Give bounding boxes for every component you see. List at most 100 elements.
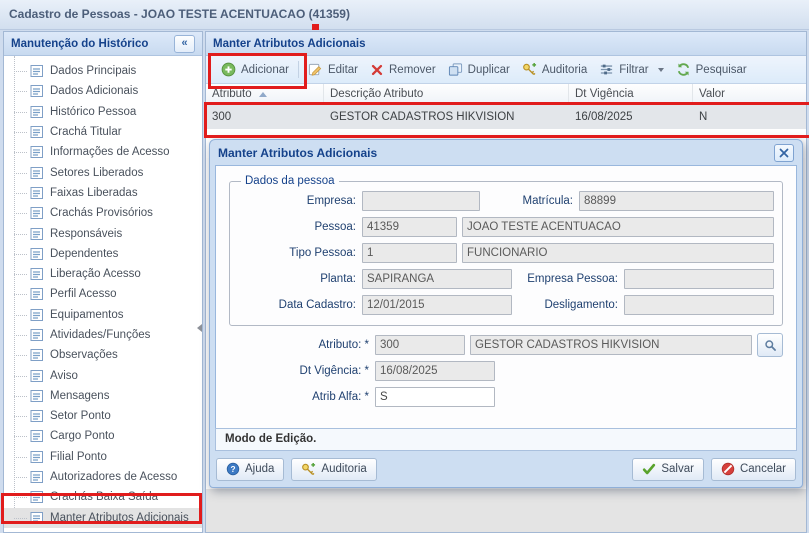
button-label: Filtrar bbox=[619, 64, 648, 76]
sidebar-item-crachas-provisorios[interactable]: Crachás Provisórios bbox=[4, 203, 202, 223]
item-label: Dependentes bbox=[50, 248, 118, 260]
sidebar-item-observacoes[interactable]: Observações bbox=[4, 345, 202, 365]
sidebar-item-cargo-ponto[interactable]: Cargo Ponto bbox=[4, 426, 202, 446]
filtrar-button[interactable]: Filtrar bbox=[593, 59, 669, 81]
item-label: Setor Ponto bbox=[50, 410, 111, 422]
sidebar-item-manter-atributos-adicionais[interactable]: Manter Atributos Adicionais bbox=[4, 508, 202, 528]
item-label: Crachás Baixa Saída bbox=[50, 491, 158, 503]
form-icon bbox=[30, 64, 44, 78]
empresa-field bbox=[362, 191, 480, 211]
grid-header: Atributo Descrição Atributo Dt Vigência … bbox=[206, 84, 806, 105]
cancelar-button[interactable]: Cancelar bbox=[711, 458, 796, 481]
pessoa-code-field bbox=[362, 217, 457, 237]
column-header-valor[interactable]: Valor bbox=[693, 84, 806, 104]
form-icon bbox=[30, 206, 44, 220]
desligamento-label: Desligamento: bbox=[512, 299, 618, 311]
svg-text:?: ? bbox=[230, 464, 235, 474]
item-label: Dados Adicionais bbox=[50, 85, 138, 97]
collapse-button[interactable]: « bbox=[174, 35, 195, 53]
sidebar-item-mensagens[interactable]: Mensagens bbox=[4, 386, 202, 406]
auditoria-footer-button[interactable]: Auditoria bbox=[291, 458, 376, 481]
tipo-pessoa-code-field bbox=[362, 243, 457, 263]
form-icon bbox=[30, 470, 44, 484]
sidebar-item-equipamentos[interactable]: Equipamentos bbox=[4, 305, 202, 325]
atributo-desc-field bbox=[470, 335, 752, 355]
sidebar-item-cracha-titular[interactable]: Crachá Titular bbox=[4, 122, 202, 142]
dt-vigencia-label: Dt Vigência: * bbox=[229, 365, 369, 377]
adicionar-button[interactable]: Adicionar bbox=[215, 59, 295, 81]
auditoria-button[interactable]: Auditoria bbox=[516, 59, 593, 81]
item-label: Filial Ponto bbox=[50, 451, 107, 463]
sidebar-item-informacoes-de-acesso[interactable]: Informações de Acesso bbox=[4, 142, 202, 162]
sidebar-item-dados-principais[interactable]: Dados Principais bbox=[4, 61, 202, 81]
item-label: Equipamentos bbox=[50, 309, 124, 321]
form-icon bbox=[30, 308, 44, 322]
button-label: Pesquisar bbox=[696, 64, 747, 76]
item-label: Crachá Titular bbox=[50, 126, 122, 138]
copy-icon bbox=[448, 62, 463, 77]
item-label: Faixas Liberadas bbox=[50, 187, 138, 199]
grid-toolbar: Adicionar Editar Remover Duplicar Audito… bbox=[206, 56, 806, 84]
editar-button[interactable]: Editar bbox=[302, 59, 364, 81]
sidebar-item-liberacao-acesso[interactable]: Liberação Acesso bbox=[4, 264, 202, 284]
sidebar-item-autorizadores-de-acesso[interactable]: Autorizadores de Acesso bbox=[4, 467, 202, 487]
filter-dropdown-caret[interactable] bbox=[658, 68, 664, 72]
data-cadastro-field bbox=[362, 295, 512, 315]
grid-row-selected[interactable]: 300 GESTOR CADASTROS HIKVISION 16/08/202… bbox=[206, 105, 806, 129]
sidebar-item-setores-de-acesso[interactable]: Setores de Acesso bbox=[4, 528, 202, 532]
atrib-alfa-field[interactable] bbox=[375, 387, 495, 407]
form-icon bbox=[30, 227, 44, 241]
sidebar-item-aviso[interactable]: Aviso bbox=[4, 365, 202, 385]
atributo-label: Atributo: * bbox=[229, 339, 369, 351]
window-title: Cadastro de Pessoas - JOAO TESTE ACENTUA… bbox=[0, 0, 809, 30]
main-panel-title: Manter Atributos Adicionais bbox=[213, 38, 366, 50]
matricula-field bbox=[579, 191, 774, 211]
sidebar-item-setores-liberados[interactable]: Setores Liberados bbox=[4, 162, 202, 182]
column-header-atributo[interactable]: Atributo bbox=[206, 84, 324, 104]
data-cadastro-label: Data Cadastro: bbox=[238, 299, 356, 311]
item-label: Dados Principais bbox=[50, 65, 136, 77]
sidebar-item-historico-pessoa[interactable]: Histórico Pessoa bbox=[4, 102, 202, 122]
red-x-icon bbox=[370, 63, 384, 77]
sidebar-header: Manutenção do Histórico « bbox=[4, 32, 202, 56]
splitter-collapse-arrow[interactable] bbox=[197, 324, 202, 332]
sidebar-item-filial-ponto[interactable]: Filial Ponto bbox=[4, 447, 202, 467]
cell-dt-vigencia: 16/08/2025 bbox=[569, 105, 693, 129]
item-label: Crachás Provisórios bbox=[50, 207, 153, 219]
atributo-lookup-button[interactable] bbox=[757, 333, 783, 357]
column-header-dt-vigencia[interactable]: Dt Vigência bbox=[569, 84, 693, 104]
sidebar-item-responsaveis[interactable]: Responsáveis bbox=[4, 223, 202, 243]
sidebar-item-atividades-funcoes[interactable]: Atividades/Funções bbox=[4, 325, 202, 345]
sidebar-item-crachas-baixa-saida[interactable]: Crachás Baixa Saída bbox=[4, 487, 202, 507]
sidebar-panel: Manutenção do Histórico « Dados Principa… bbox=[3, 31, 203, 533]
salvar-button[interactable]: Salvar bbox=[632, 458, 704, 481]
button-label: Salvar bbox=[661, 463, 694, 475]
item-label: Informações de Acesso bbox=[50, 146, 170, 158]
pesquisar-button[interactable]: Pesquisar bbox=[670, 59, 753, 81]
pessoa-name-field bbox=[462, 217, 774, 237]
remover-button[interactable]: Remover bbox=[364, 59, 442, 81]
form-icon bbox=[30, 409, 44, 423]
dialog-body: Dados da pessoa Empresa: Matrícula: Pess… bbox=[215, 165, 797, 429]
item-label: Histórico Pessoa bbox=[50, 106, 136, 118]
form-icon bbox=[30, 267, 44, 281]
cell-descricao: GESTOR CADASTROS HIKVISION bbox=[324, 105, 569, 129]
matricula-label: Matrícula: bbox=[480, 195, 573, 207]
desligamento-field bbox=[624, 295, 774, 315]
column-header-descricao-atributo[interactable]: Descrição Atributo bbox=[324, 84, 569, 104]
modal-mask-area bbox=[206, 489, 806, 532]
dialog-header[interactable]: Manter Atributos Adicionais bbox=[215, 140, 797, 165]
ajuda-button[interactable]: ? Ajuda bbox=[216, 458, 284, 481]
sidebar-item-dados-adicionais[interactable]: Dados Adicionais bbox=[4, 81, 202, 101]
close-button[interactable] bbox=[774, 144, 794, 162]
cancel-icon bbox=[721, 462, 735, 476]
form-icon bbox=[30, 125, 44, 139]
dialog-footer: ? Ajuda Auditoria Salvar Cancelar bbox=[215, 451, 797, 482]
sidebar-item-perfil-acesso[interactable]: Perfil Acesso bbox=[4, 284, 202, 304]
sidebar-item-faixas-liberadas[interactable]: Faixas Liberadas bbox=[4, 183, 202, 203]
sidebar-item-dependentes[interactable]: Dependentes bbox=[4, 244, 202, 264]
fieldset-legend: Dados da pessoa bbox=[241, 175, 339, 187]
sidebar-item-setor-ponto[interactable]: Setor Ponto bbox=[4, 406, 202, 426]
close-icon bbox=[779, 148, 789, 158]
duplicar-button[interactable]: Duplicar bbox=[442, 59, 516, 81]
